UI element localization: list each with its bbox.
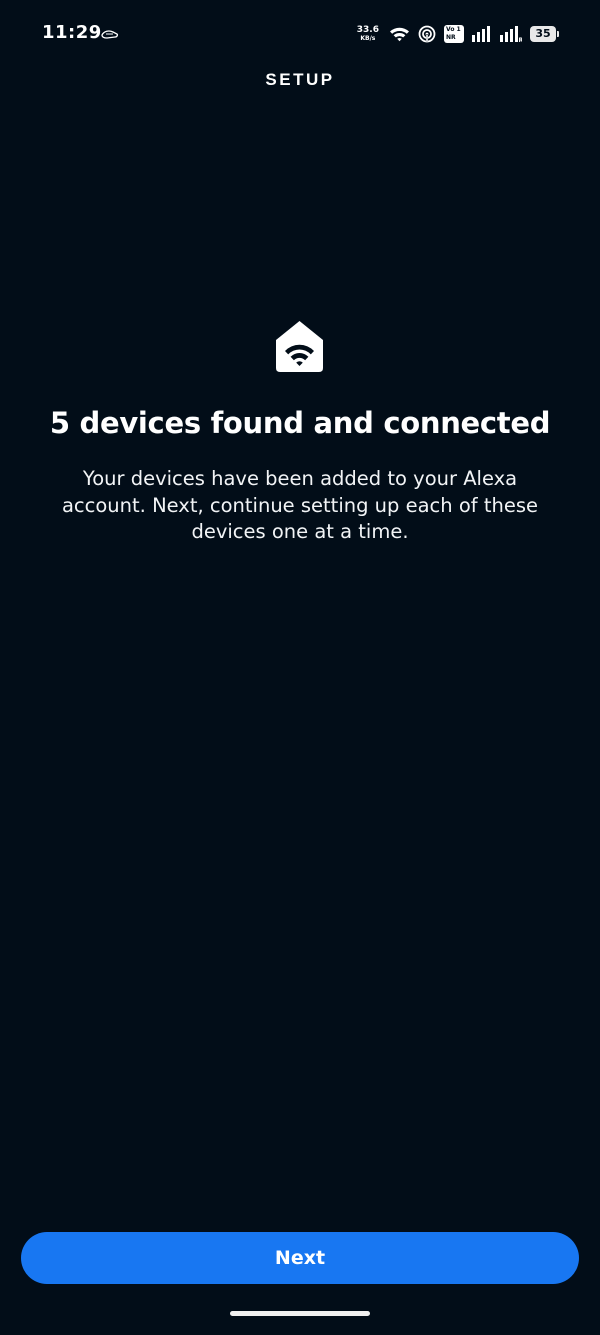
result-description: Your devices have been added to your Ale… — [61, 467, 538, 543]
signal-icon — [472, 26, 490, 42]
status-time: 11:29 — [42, 22, 102, 43]
volte-line1: Vo 1 — [446, 26, 461, 33]
network-speed: 33.6 KB/s — [357, 26, 379, 42]
next-button[interactable]: Next — [21, 1232, 579, 1284]
status-bar: 11:29 33.6 KB/s Vo 1 NR R 35 — [0, 0, 600, 70]
wifi-icon — [390, 27, 409, 42]
hand-gesture-icon — [101, 30, 119, 39]
smart-home-wifi-icon — [276, 321, 323, 372]
page-title: SETUP — [265, 70, 335, 89]
battery-icon: 35 — [530, 26, 559, 42]
svg-text:R: R — [519, 37, 523, 42]
hotspot-icon — [418, 25, 436, 43]
home-indicator[interactable] — [230, 1311, 370, 1316]
volte-line2: NR — [446, 34, 456, 41]
network-speed-unit: KB/s — [360, 35, 376, 42]
signal-roaming-icon: R — [500, 26, 522, 42]
result-heading: 5 devices found and connected — [49, 406, 551, 440]
network-speed-value: 33.6 — [356, 25, 379, 35]
volte-icon: Vo 1 NR — [444, 25, 464, 43]
status-icons: 33.6 KB/s Vo 1 NR R 35 — [357, 22, 559, 46]
